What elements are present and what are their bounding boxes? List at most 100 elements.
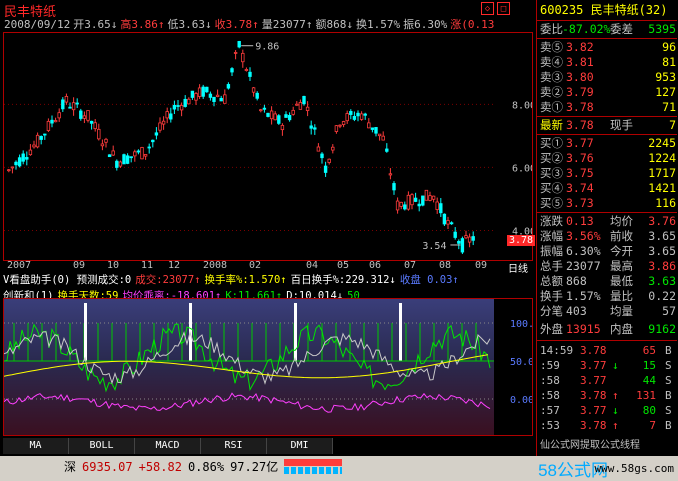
index-amount: 97.27亿 <box>230 460 279 474</box>
candle-body <box>25 157 29 160</box>
candle-body <box>169 113 173 120</box>
market-label: 深 <box>64 460 77 474</box>
candle-body <box>410 194 414 206</box>
ask-level-row[interactable]: 卖① 3.78 71 <box>540 100 676 115</box>
candle-body <box>154 132 159 136</box>
tab-rsi[interactable]: RSI <box>201 438 267 454</box>
ask-level-row[interactable]: 卖② 3.79 127 <box>540 85 676 100</box>
candle-body <box>61 99 65 110</box>
stat-label: 总手 <box>540 259 563 273</box>
tick-price: 3.78 <box>580 344 607 357</box>
weicha-value: 5395 <box>648 22 676 36</box>
bid-level-row[interactable]: 买① 3.77 2245 <box>540 136 676 151</box>
latest-label: 最新 <box>540 118 563 132</box>
tick-side: B <box>665 344 672 357</box>
candle-body <box>280 124 285 131</box>
candle-body <box>118 161 123 167</box>
tab-ma[interactable]: MA <box>3 438 69 454</box>
candle-body <box>248 71 252 77</box>
bid-level-row[interactable]: 买④ 3.74 1421 <box>540 181 676 196</box>
candle-body <box>295 103 299 106</box>
candle-body <box>262 107 267 110</box>
tick-row[interactable]: :58 3.77 44 S <box>540 374 676 387</box>
bid-volume: 2245 <box>648 136 676 150</box>
stat-row: 涨跌 0.13 均价 3.76 <box>540 214 676 229</box>
ask-level-row[interactable]: 卖⑤ 3.82 96 <box>540 40 676 55</box>
stat-label: 换手 <box>540 289 563 303</box>
stat-label: 前收 <box>610 229 633 243</box>
candle-body <box>302 95 306 105</box>
tab-boll[interactable]: BOLL <box>69 438 135 454</box>
tab-dmi[interactable]: DMI <box>267 438 333 454</box>
candle-body <box>237 41 241 48</box>
candle-body <box>43 133 47 136</box>
candle-body <box>57 112 61 119</box>
tick-time: :53 <box>540 419 560 432</box>
candle-body <box>359 113 364 120</box>
tick-volume: 65 <box>642 344 656 357</box>
stat-value: 3.65 <box>648 244 676 258</box>
breadth-bar-up <box>284 459 342 466</box>
bid-level-row[interactable]: 买⑤ 3.73 116 <box>540 196 676 211</box>
quote-panel: 600235 民丰特纸(32) 委比 -87.02% 委差 5395 卖⑤ 3.82 96 卖④… <box>536 0 678 456</box>
candle-body <box>172 104 177 110</box>
tick-row[interactable]: :58 3.78 ↑ 131 B <box>540 389 676 402</box>
candle-body <box>147 146 151 149</box>
maximize-icon[interactable]: □ <box>497 2 510 15</box>
stat-label: 最低 <box>610 274 633 288</box>
indicator-chart[interactable]: 100.00 50.00 0.00 <box>3 298 533 436</box>
candle-body <box>403 204 407 210</box>
tick-row[interactable]: :57 3.77 ↓ 80 S <box>540 404 676 417</box>
tick-row[interactable]: :53 3.78 ↑ 7 B <box>540 419 676 432</box>
stat-value: 868 <box>566 274 587 288</box>
candle-body <box>89 120 94 124</box>
stat-row: 分笔 403 均量 57 <box>540 304 676 319</box>
price-axis-label: 6.00 <box>512 163 532 174</box>
stat-row: 总手 23077 最高 3.86 <box>540 259 676 274</box>
ask-level-row[interactable]: 卖④ 3.81 81 <box>540 55 676 70</box>
watermark-url[interactable]: www.58gs.com <box>595 462 674 475</box>
outer-inner-row: 外盘 13915 内盘 9162 <box>540 322 676 337</box>
candle-body <box>431 195 436 200</box>
candle-body <box>460 238 465 253</box>
stat-value: 3.76 <box>648 214 676 228</box>
ask-level-row[interactable]: 卖③ 3.80 953 <box>540 70 676 85</box>
indicator1-header[interactable]: V看盘助手(0) 预测成交:0 成交:23077↑ 换手率%:1.570↑ 百日换手%… <box>3 272 533 288</box>
tick-arrow: ↑ <box>612 389 619 402</box>
tick-row[interactable]: :59 3.77 ↓ 15 S <box>540 359 676 372</box>
outer-label: 外盘 <box>540 322 563 336</box>
window-buttons: ◇ □ <box>481 2 510 15</box>
tick-side: B <box>665 389 672 402</box>
candle-body <box>392 183 396 191</box>
candle-body <box>435 201 439 210</box>
stat-label: 最高 <box>610 259 633 273</box>
candle-body <box>208 93 213 98</box>
tick-price: 3.77 <box>580 374 607 387</box>
candle-body <box>14 161 18 166</box>
stat-value: 57 <box>662 304 676 318</box>
bid-level-row[interactable]: 买③ 3.75 1717 <box>540 166 676 181</box>
breadth-bar-down <box>284 467 342 474</box>
candle-body <box>183 98 187 107</box>
divider <box>537 38 677 39</box>
candle-body <box>82 115 87 119</box>
tick-row[interactable]: 14:59 3.78 65 B <box>540 344 676 357</box>
candle-body <box>35 134 40 148</box>
bid-level-row[interactable]: 买② 3.76 1224 <box>540 151 676 166</box>
stat-value: 23077 <box>566 259 601 273</box>
candle-body <box>233 52 238 54</box>
date-tick-label: 2007 <box>7 260 32 271</box>
bid-volume: 1224 <box>648 151 676 165</box>
kline-chart[interactable]: 8.006.004.009.863.54 3.78 <box>3 32 536 261</box>
ask-volume: 953 <box>655 70 676 84</box>
divider <box>537 340 677 341</box>
restore-icon[interactable]: ◇ <box>481 2 494 15</box>
tab-macd[interactable]: MACD <box>135 438 201 454</box>
candle-body <box>367 122 371 129</box>
date-tick-label: 09 <box>475 260 488 271</box>
ask-label: 卖⑤ <box>540 40 563 54</box>
ask-price: 3.80 <box>566 70 594 84</box>
ask-label: 卖③ <box>540 70 563 84</box>
ask-volume: 96 <box>662 40 676 54</box>
tick-price: 3.77 <box>580 404 607 417</box>
